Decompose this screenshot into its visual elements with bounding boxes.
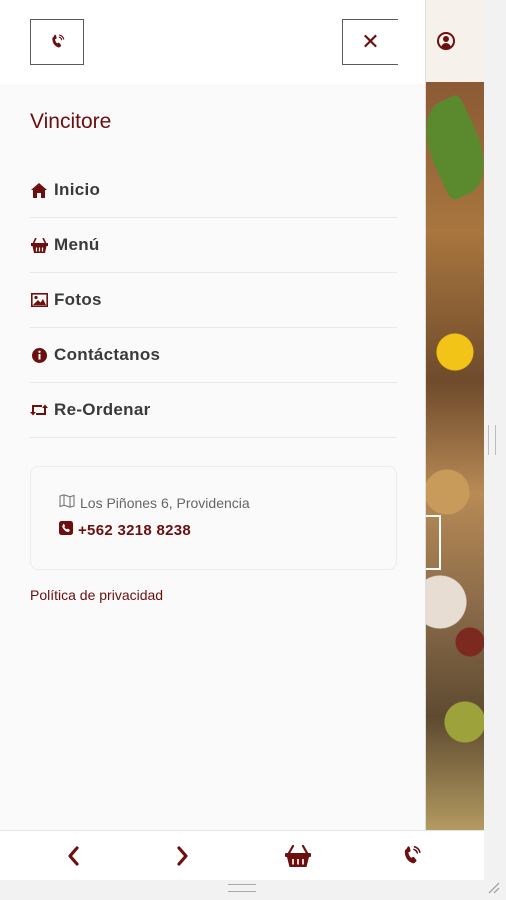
app-window: ✕ Vincitore Inicio Menú Fotos Contáctano… — [0, 0, 484, 880]
background-pizza-photo — [425, 0, 484, 830]
nav-item-fotos[interactable]: Fotos — [30, 273, 397, 328]
user-circle-icon[interactable] — [437, 32, 455, 50]
privacy-policy-link[interactable]: Política de privacidad — [30, 587, 163, 603]
drawer-header: ✕ — [0, 0, 425, 84]
basket-icon — [30, 237, 48, 253]
close-icon: ✕ — [361, 29, 380, 55]
nav-item-label: Inicio — [54, 180, 101, 199]
info-icon — [30, 347, 48, 363]
nav-item-contactanos[interactable]: Contáctanos — [30, 328, 397, 383]
brand-title: Vincitore — [30, 110, 112, 133]
call-button[interactable] — [30, 19, 84, 65]
image-icon — [30, 292, 48, 308]
bottom-toolbar — [0, 830, 484, 880]
basket-button[interactable] — [283, 841, 313, 871]
close-button[interactable]: ✕ — [342, 19, 398, 65]
background-frame-edge — [425, 515, 441, 570]
address-row: Los Piñones 6, Providencia — [59, 494, 250, 511]
phone-icon — [404, 846, 421, 864]
nav-item-menu[interactable]: Menú — [30, 218, 397, 273]
nav-item-inicio[interactable]: Inicio — [30, 163, 397, 218]
chevron-right-icon — [177, 846, 188, 866]
phone-number: +562 3218 8238 — [78, 521, 192, 539]
phone-row[interactable]: +562 3218 8238 — [59, 521, 191, 539]
call-toolbar-button[interactable] — [396, 841, 426, 871]
nav-item-label: Re-Ordenar — [54, 400, 151, 419]
basket-icon — [285, 845, 311, 867]
map-icon — [59, 494, 75, 511]
nav-item-label: Fotos — [54, 290, 102, 309]
corner-resize-icon[interactable] — [486, 880, 500, 894]
forward-button[interactable] — [168, 841, 198, 871]
phone-icon — [52, 34, 65, 48]
side-resize-handle[interactable] — [488, 425, 496, 455]
retweet-icon — [30, 402, 48, 418]
chevron-left-icon — [68, 846, 79, 866]
address-text: Los Piñones 6, Providencia — [80, 494, 250, 511]
back-button[interactable] — [58, 841, 88, 871]
side-drawer: ✕ Vincitore Inicio Menú Fotos Contáctano… — [0, 0, 426, 830]
nav-item-label: Menú — [54, 235, 100, 254]
home-icon — [30, 182, 48, 198]
bottom-resize-handle[interactable] — [228, 884, 256, 892]
phone-square-icon — [59, 521, 73, 539]
nav-item-re-ordenar[interactable]: Re-Ordenar — [30, 383, 397, 438]
contact-card: Los Piñones 6, Providencia +562 3218 823… — [30, 466, 397, 570]
nav-item-label: Contáctanos — [54, 345, 161, 364]
nav-menu: Inicio Menú Fotos Contáctanos Re-Ordenar — [30, 163, 397, 438]
